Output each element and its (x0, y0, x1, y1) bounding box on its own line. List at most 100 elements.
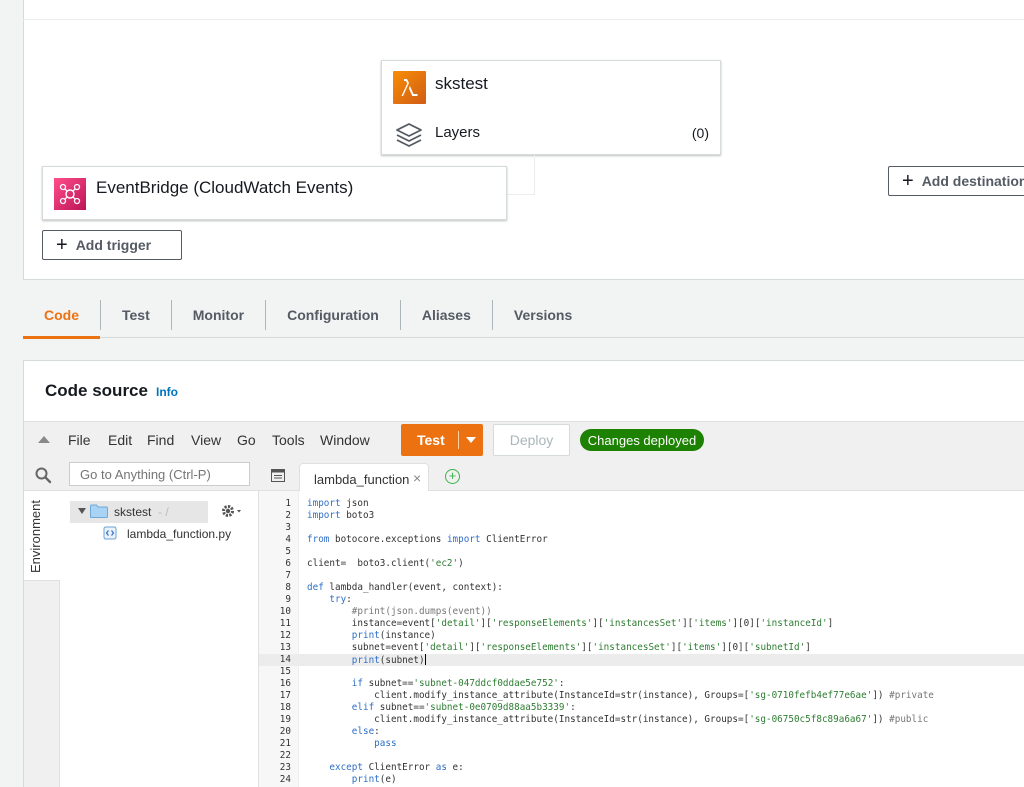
tab-code[interactable]: Code (23, 292, 100, 339)
function-tabs: Code Test Monitor Configuration Aliases … (23, 292, 1024, 339)
menu-window[interactable]: Window (320, 432, 370, 448)
code-line[interactable]: 17 client.modify_instance_attribute(Inst… (259, 690, 1024, 702)
caret-down-icon[interactable] (466, 437, 476, 443)
code-line[interactable]: 13 subnet=event['detail']['responseEleme… (259, 642, 1024, 654)
tab-versions[interactable]: Versions (493, 292, 593, 338)
code-line[interactable]: 8 def lambda_handler(event, context): (259, 582, 1024, 594)
code-text: elif subnet=='subnet-0e0709d88aa5b3339': (351, 702, 576, 713)
layers-label[interactable]: Layers (435, 124, 480, 141)
function-card[interactable]: skstest Layers (0) (381, 60, 721, 155)
environment-label: Environment (28, 500, 43, 573)
code-editor[interactable]: 1 import json 2 import boto3 3 4 from botocore… (259, 491, 1024, 787)
tab-configuration[interactable]: Configuration (266, 292, 400, 338)
code-line[interactable]: 15 (259, 666, 1024, 678)
code-line[interactable]: 11 instance=event['detail']['responseEle… (259, 618, 1024, 630)
code-line[interactable]: 14 print(subnet) (259, 654, 1024, 666)
line-number: 5 (285, 546, 291, 557)
code-line[interactable]: 16 if subnet=='subnet-047ddcf0ddae5e752'… (259, 678, 1024, 690)
line-number: 7 (285, 570, 291, 581)
trigger-name: EventBridge (CloudWatch Events) (96, 178, 354, 197)
menu-tools[interactable]: Tools (272, 432, 305, 448)
line-number: 23 (279, 762, 291, 773)
code-text: else: (351, 726, 380, 737)
trigger-card[interactable]: EventBridge (CloudWatch Events) (42, 166, 507, 220)
tree-root-folder[interactable]: skstest - / (70, 501, 208, 523)
tab-monitor[interactable]: Monitor (172, 292, 265, 338)
code-line[interactable]: 1 import json (259, 498, 1024, 510)
environment-sidebar: Environment (24, 491, 60, 787)
function-name: skstest (435, 74, 488, 93)
layers-icon (396, 123, 422, 147)
code-line[interactable]: 23 except ClientError as e: (259, 762, 1024, 774)
code-text: if subnet=='subnet-047ddcf0ddae5e752': (351, 678, 565, 689)
menu-edit[interactable]: Edit (108, 432, 132, 448)
code-line[interactable]: 21 pass (259, 738, 1024, 750)
line-number: 24 (279, 774, 291, 785)
code-line[interactable]: 7 (259, 570, 1024, 582)
code-line[interactable]: 5 (259, 546, 1024, 558)
code-line[interactable]: 19 client.modify_instance_attribute(Inst… (259, 714, 1024, 726)
code-text: try: (329, 594, 352, 605)
collapse-arrow-icon[interactable] (38, 436, 50, 443)
caret-down-icon[interactable] (78, 508, 86, 514)
code-line[interactable]: 10 #print(json.dumps(event)) (259, 606, 1024, 618)
code-line[interactable]: 22 (259, 750, 1024, 762)
line-number: 22 (279, 750, 291, 761)
close-icon[interactable]: × (413, 470, 421, 486)
code-line[interactable]: 20 else: (259, 726, 1024, 738)
tab-label: Test (122, 306, 150, 323)
code-line[interactable]: 12 print(instance) (259, 630, 1024, 642)
tab-label: Aliases (421, 306, 471, 323)
environment-tab[interactable]: Environment (24, 491, 60, 581)
code-line[interactable]: 6 client= boto3.client('ec2') (259, 558, 1024, 570)
text-cursor (424, 654, 426, 665)
line-number: 9 (285, 594, 291, 605)
layers-count: (0) (691, 125, 709, 141)
line-number: 12 (279, 630, 291, 641)
add-trigger-button[interactable]: + Add trigger (42, 230, 182, 260)
editor-tab-lambda-function[interactable]: lambda_function × (299, 463, 429, 491)
line-number: 13 (279, 642, 291, 653)
gear-icon[interactable] (220, 503, 244, 519)
code-text: client.modify_instance_attribute(Instanc… (307, 690, 934, 701)
menu-view[interactable]: View (191, 432, 221, 448)
python-file-icon (103, 526, 117, 540)
menu-go[interactable]: Go (237, 432, 256, 448)
tab-aliases[interactable]: Aliases (401, 292, 492, 338)
info-link[interactable]: Info (156, 385, 178, 399)
divider (23, 19, 1024, 20)
ide-menubar: File Edit Find View Go Tools Window Test… (24, 421, 1024, 459)
line-number: 17 (279, 690, 291, 701)
code-line[interactable]: 18 elif subnet=='subnet-0e0709d88aa5b333… (259, 702, 1024, 714)
tab-test[interactable]: Test (101, 292, 171, 338)
line-number: 21 (279, 738, 291, 749)
code-line[interactable]: 4 from botocore.exceptions import ClientE… (259, 534, 1024, 546)
menu-find[interactable]: Find (147, 432, 174, 448)
code-line[interactable]: 3 (259, 522, 1024, 534)
new-tab-icon[interactable]: + (445, 469, 460, 484)
menu-file[interactable]: File (68, 432, 91, 448)
deploy-button[interactable]: Deploy (493, 424, 570, 456)
test-button[interactable]: Test (401, 424, 483, 456)
test-label: Test (417, 432, 445, 448)
code-line[interactable]: 2 import boto3 (259, 510, 1024, 522)
line-number: 14 (279, 654, 291, 665)
add-destination-button[interactable]: + Add destination (888, 166, 1024, 196)
tree-file-label[interactable]: lambda_function.py (127, 527, 231, 541)
line-number: 8 (285, 582, 291, 593)
line-number: 16 (279, 678, 291, 689)
divider (458, 431, 459, 449)
line-number: 18 (279, 702, 291, 713)
plus-icon: + (902, 170, 914, 192)
code-text: from botocore.exceptions import ClientEr… (307, 534, 548, 545)
editor-tabbar: lambda_function × + (259, 459, 1024, 491)
code-line[interactable]: 24 print(e) (259, 774, 1024, 786)
search-input[interactable] (69, 462, 250, 486)
tab-label: Monitor (192, 306, 245, 323)
add-trigger-label: Add trigger (75, 237, 152, 253)
search-icon (35, 467, 52, 484)
code-lines[interactable]: 1 import json 2 import boto3 3 4 from botocore… (259, 498, 1024, 786)
tabs-menu-icon[interactable] (271, 469, 285, 482)
code-line[interactable]: 9 try: (259, 594, 1024, 606)
connector-line (505, 155, 535, 195)
